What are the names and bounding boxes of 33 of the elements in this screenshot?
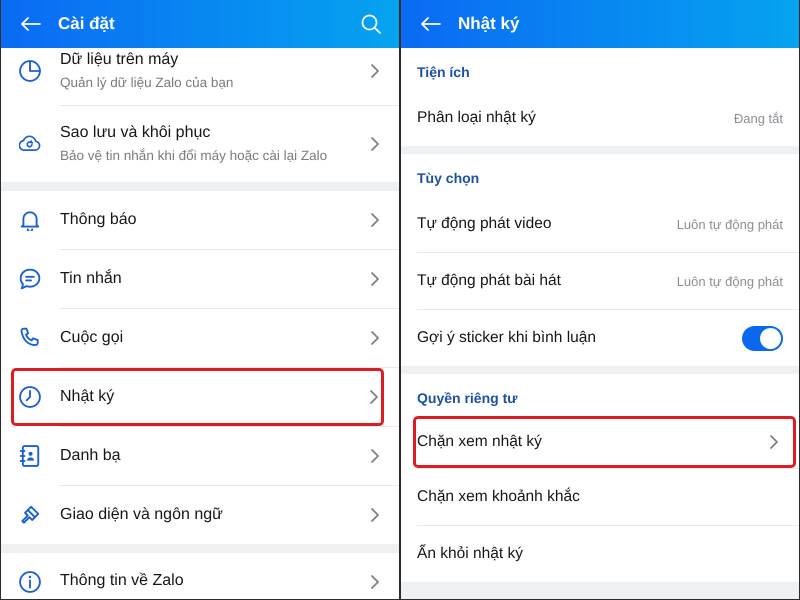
setting-value: Đang tắt (734, 110, 783, 126)
clock-icon (19, 386, 41, 408)
setting-value: Luôn tự động phát (676, 274, 783, 288)
chevron-right-icon (371, 213, 379, 227)
chevron-right-icon (371, 575, 379, 589)
chevron-right-icon (371, 331, 379, 345)
chevron-right-icon (770, 435, 778, 449)
chevron-right-icon (371, 449, 379, 463)
arrow-left-icon[interactable] (21, 17, 41, 31)
settings-item[interactable]: Chặn xem nhật ký (413, 416, 796, 468)
chevron-right-icon (371, 272, 379, 286)
chevron-right-icon (370, 390, 378, 404)
toggle-switch[interactable] (742, 326, 783, 350)
chevron-right-icon (371, 508, 379, 522)
chat-bubble-icon (19, 268, 41, 290)
phone-icon (19, 327, 41, 349)
screen-title: Cài đặt (58, 14, 115, 34)
pie-chart-icon (19, 60, 41, 82)
info-icon (19, 571, 41, 593)
screen-title: Nhật ký (458, 14, 520, 34)
item-description: Quản lý dữ liệu Zalo của bạn (60, 74, 234, 92)
contact-book-icon (19, 445, 41, 467)
paint-brush-icon (19, 504, 41, 526)
item-description: Bảo vệ tin nhắn khi đổi máy hoặc cài lại Zalo (60, 147, 328, 165)
arrow-left-icon[interactable] (421, 17, 441, 31)
settings-item[interactable]: Nhật ký (11, 368, 384, 426)
chevron-right-icon (371, 64, 379, 78)
section-header: Tùy chọn (416, 169, 480, 188)
section-header: Quyền riêng tư (416, 389, 518, 408)
bell-icon (19, 209, 41, 231)
setting-value: Luôn tự động phát (676, 216, 783, 232)
section-header: Tiện ích (416, 63, 471, 82)
chevron-right-icon (371, 137, 379, 151)
